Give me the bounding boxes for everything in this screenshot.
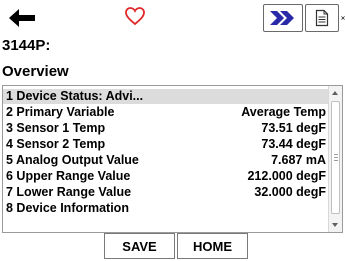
menu-item-value: 73.44 degF xyxy=(261,137,326,151)
menu-item-device-information[interactable]: 8 Device Information xyxy=(3,201,329,216)
scroll-up-arrow-icon[interactable] xyxy=(332,91,338,95)
grip-line xyxy=(334,160,338,161)
menu-item-sensor-2-temp[interactable]: 4 Sensor 2 Temp 73.44 degF xyxy=(3,137,329,152)
menu-item-value: 212.000 degF xyxy=(247,169,326,183)
menu-item-label: 6 Upper Range Value xyxy=(6,169,131,183)
back-button[interactable] xyxy=(2,4,42,32)
scrollbar[interactable] xyxy=(328,86,342,232)
scroll-down-arrow-icon[interactable] xyxy=(332,223,338,227)
hot-key-button[interactable] xyxy=(263,4,303,32)
hot-key-chevron-icon xyxy=(270,11,294,25)
grip-line xyxy=(334,157,338,158)
menu-item-value: 32.000 degF xyxy=(254,185,326,199)
menu-item-label: 4 Sensor 2 Temp xyxy=(6,137,106,151)
favorites-button[interactable] xyxy=(118,1,152,31)
menu-item-label: 7 Lower Range Value xyxy=(6,185,132,199)
menu-item-device-status[interactable]: 1 Device Status: Advi... xyxy=(3,89,329,104)
close-button[interactable] xyxy=(339,4,345,32)
menu-item-upper-range[interactable]: 6 Upper Range Value 212.000 degF xyxy=(3,169,329,184)
page-title-menu: Overview xyxy=(2,63,69,80)
heart-icon xyxy=(125,7,145,26)
menu-item-label: 2 Primary Variable xyxy=(6,105,115,119)
document-icon xyxy=(315,9,329,27)
menu-item-label: 5 Analog Output Value xyxy=(6,153,139,167)
menu-item-primary-variable[interactable]: 2 Primary Variable Average Temp xyxy=(3,105,329,120)
document-button[interactable] xyxy=(305,4,339,32)
scrollbar-thumb[interactable] xyxy=(331,101,340,214)
menu-item-label: 1 Device Status: Advi... xyxy=(6,89,144,103)
close-icon xyxy=(341,16,345,20)
menu-rows: 1 Device Status: Advi... 2 Primary Varia… xyxy=(3,86,329,215)
home-button[interactable]: HOME xyxy=(177,233,248,259)
menu-item-value: Average Temp xyxy=(241,105,326,119)
back-arrow-icon xyxy=(9,9,35,27)
save-button[interactable]: SAVE xyxy=(104,233,175,259)
menu-item-value: 73.51 degF xyxy=(261,121,326,135)
menu-list: 1 Device Status: Advi... 2 Primary Varia… xyxy=(2,85,343,233)
page-title-device: 3144P: xyxy=(2,37,51,54)
menu-item-label: 3 Sensor 1 Temp xyxy=(6,121,106,135)
menu-item-label: 8 Device Information xyxy=(6,201,129,215)
menu-item-sensor-1-temp[interactable]: 3 Sensor 1 Temp 73.51 degF xyxy=(3,121,329,136)
bottom-bar: SAVE HOME xyxy=(0,233,345,261)
toolbar xyxy=(0,0,345,40)
menu-item-value: 7.687 mA xyxy=(271,153,326,167)
menu-item-lower-range[interactable]: 7 Lower Range Value 32.000 degF xyxy=(3,185,329,200)
grip-line xyxy=(334,154,338,155)
menu-item-analog-output[interactable]: 5 Analog Output Value 7.687 mA xyxy=(3,153,329,168)
